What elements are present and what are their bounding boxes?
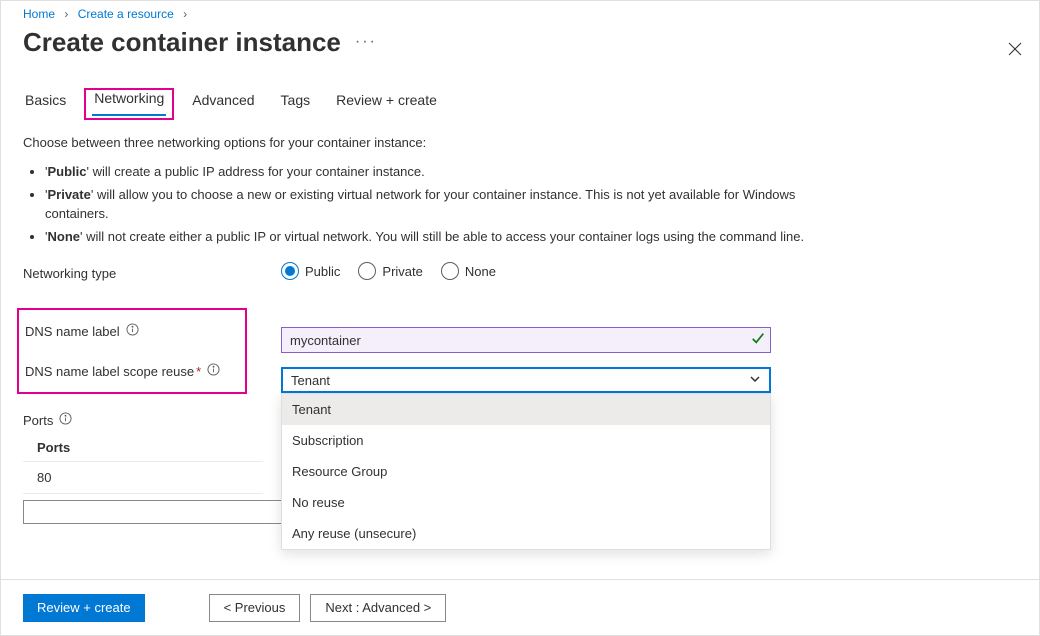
scope-selected-value: Tenant (291, 373, 330, 388)
tab-networking-highlight: Networking (84, 88, 174, 120)
close-icon (1007, 41, 1023, 57)
breadcrumb: Home › Create a resource › (1, 1, 1039, 21)
intro-bullets: 'Public' will create a public IP address… (45, 163, 1017, 246)
bullet-public: 'Public' will create a public IP address… (45, 163, 815, 182)
tab-bar: Basics Networking Advanced Tags Review +… (23, 92, 1017, 117)
bullet-private: 'Private' will allow you to choose a new… (45, 186, 815, 224)
more-actions-icon[interactable]: ··· (355, 33, 377, 51)
close-button[interactable] (1007, 41, 1023, 60)
tab-networking[interactable]: Networking (92, 90, 166, 116)
radio-public[interactable]: Public (281, 262, 340, 280)
label-networking-type: Networking type (23, 262, 281, 281)
label-dns-scope: DNS name label scope reuse (25, 364, 194, 379)
info-icon[interactable] (126, 323, 139, 339)
info-icon[interactable] (207, 363, 220, 379)
previous-button[interactable]: < Previous (209, 594, 301, 622)
tab-basics[interactable]: Basics (23, 92, 68, 116)
radio-none[interactable]: None (441, 262, 496, 280)
scope-dropdown: Tenant Tenant Subscription Resource Grou… (281, 367, 771, 393)
scope-option-tenant[interactable]: Tenant (282, 394, 770, 425)
dns-name-input[interactable] (281, 327, 771, 353)
networking-type-radios: Public Private None (281, 262, 771, 280)
intro-text: Choose between three networking options … (23, 135, 1017, 150)
valid-check-icon (751, 331, 765, 348)
info-icon[interactable] (59, 412, 72, 428)
scope-option-subscription[interactable]: Subscription (282, 425, 770, 456)
next-button[interactable]: Next : Advanced > (310, 594, 446, 622)
required-asterisk: * (196, 364, 201, 379)
ports-col-header: Ports (23, 436, 263, 462)
page-title: Create container instance (23, 27, 341, 58)
scope-dropdown-toggle[interactable]: Tenant (281, 367, 771, 393)
tab-advanced[interactable]: Advanced (190, 92, 256, 116)
breadcrumb-create-resource[interactable]: Create a resource (78, 7, 174, 21)
port-row: 80 (23, 462, 263, 494)
page-root: Home › Create a resource › Create contai… (0, 0, 1040, 636)
row-networking-type: Networking type Public Private None (23, 262, 1017, 292)
footer-bar: Review + create < Previous Next : Advanc… (1, 579, 1039, 635)
scope-option-resource-group[interactable]: Resource Group (282, 456, 770, 487)
tab-review-create[interactable]: Review + create (334, 92, 439, 116)
scope-dropdown-menu: Tenant Subscription Resource Group No re… (281, 393, 771, 550)
label-dns-name: DNS name label (25, 324, 120, 339)
dns-labels-highlight: DNS name label DNS name label scope reus… (17, 308, 247, 394)
radio-private[interactable]: Private (358, 262, 422, 280)
breadcrumb-sep-icon: › (183, 7, 187, 21)
bullet-none: 'None' will not create either a public I… (45, 228, 815, 247)
breadcrumb-home[interactable]: Home (23, 7, 55, 21)
chevron-down-icon (749, 373, 761, 388)
breadcrumb-sep-icon: › (64, 7, 68, 21)
scope-option-no-reuse[interactable]: No reuse (282, 487, 770, 518)
label-ports: Ports (23, 413, 53, 428)
dns-controls: Tenant Tenant Subscription Resource Grou… (281, 327, 771, 407)
scope-option-any-reuse[interactable]: Any reuse (unsecure) (282, 518, 770, 549)
tab-tags[interactable]: Tags (279, 92, 313, 116)
ports-table: Ports 80 (23, 436, 263, 494)
review-create-button[interactable]: Review + create (23, 594, 145, 622)
